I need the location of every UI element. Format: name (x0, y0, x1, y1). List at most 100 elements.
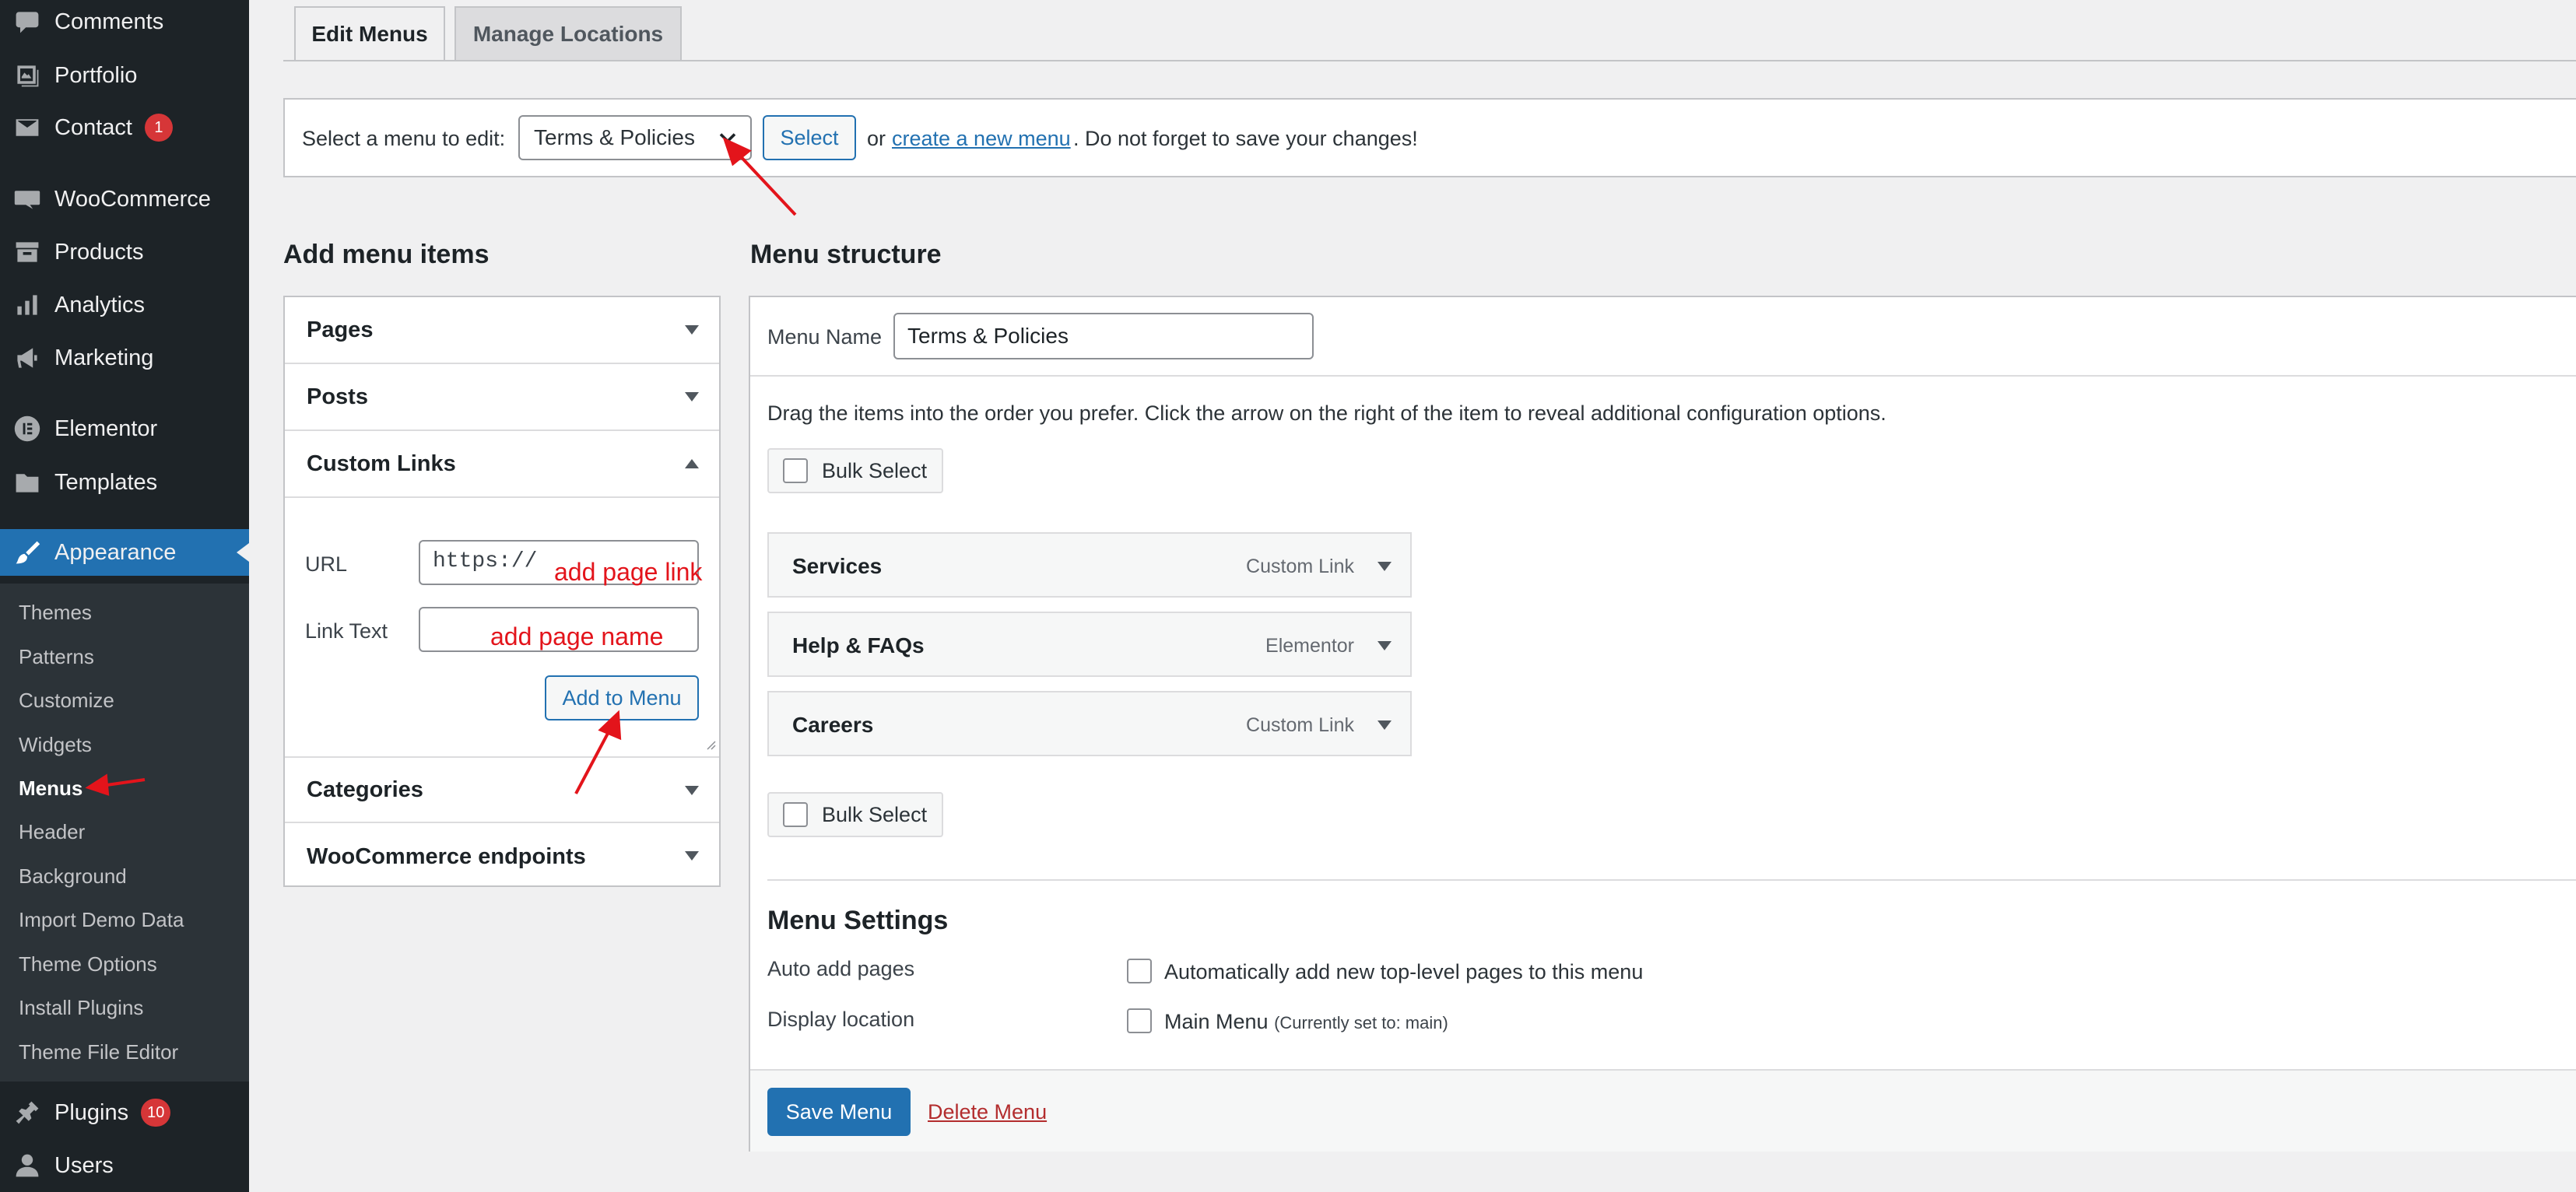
sidebar-item-plugins[interactable]: Plugins 10 (0, 1089, 249, 1136)
main-menu-location: Main Menu (Currently set to: main) (1164, 1010, 1448, 1034)
drag-instructions: Drag the items into the order you prefer… (767, 401, 1886, 425)
accordion-pages[interactable]: Pages (285, 297, 719, 364)
sidebar-item-label: Analytics (54, 292, 146, 317)
bulk-select-checkbox[interactable] (783, 458, 808, 483)
submenu-item-patterns[interactable]: Patterns (19, 645, 94, 669)
link-text-label: Link Text (305, 619, 388, 643)
auto-add-pages-label: Auto add pages (767, 957, 915, 980)
submenu-item-background[interactable]: Background (19, 864, 127, 889)
bulk-select-top[interactable]: Bulk Select (767, 448, 943, 493)
menu-item-type: Custom Link (1246, 714, 1354, 736)
sidebar-item-label: Products (54, 239, 144, 265)
admin-sidebar: Comments Portfolio Contact 1 WooCommerce… (0, 0, 249, 1192)
menu-item-type: Custom Link (1246, 556, 1354, 577)
or-text: or (867, 127, 886, 150)
sidebar-item-appearance[interactable]: Appearance (0, 529, 249, 576)
accordion-label: Pages (307, 317, 374, 342)
accordion-label: WooCommerce endpoints (307, 843, 586, 869)
sidebar-item-products[interactable]: Products (0, 229, 249, 275)
divider (750, 375, 2576, 377)
menu-item-careers[interactable]: Careers Custom Link (767, 691, 1412, 756)
sidebar-item-marketing[interactable]: Marketing (0, 335, 249, 381)
caret-up-icon (685, 459, 699, 468)
menu-structure-panel: Menu Name Terms & Policies Drag the item… (749, 296, 2576, 1152)
delete-menu-link[interactable]: Delete Menu (928, 1100, 1047, 1124)
selected-menu-value: Terms & Policies (534, 125, 695, 149)
accordion-posts[interactable]: Posts (285, 364, 719, 431)
submenu-item-theme-options[interactable]: Theme Options (19, 952, 157, 976)
submenu-item-themes[interactable]: Themes (19, 601, 92, 625)
menu-item-title: Services (792, 554, 883, 578)
add-to-menu-button[interactable]: Add to Menu (545, 675, 699, 720)
appearance-submenu: Themes Patterns Customize Widgets Menus … (0, 584, 249, 1082)
caret-down-icon[interactable] (1377, 720, 1392, 730)
sidebar-item-analytics[interactable]: Analytics (0, 282, 249, 328)
caret-down-icon[interactable] (1377, 641, 1392, 650)
menu-select-bar: Select a menu to edit: Terms & Policies … (283, 98, 2576, 177)
sidebar-item-label: Templates (54, 469, 158, 495)
sidebar-item-label: Appearance (54, 539, 177, 565)
accordion-label: Categories (307, 777, 423, 802)
save-menu-button[interactable]: Save Menu (767, 1088, 911, 1136)
main-menu-checkbox[interactable] (1127, 1008, 1152, 1033)
sidebar-item-contact[interactable]: Contact 1 (0, 104, 249, 151)
sidebar-item-users[interactable]: Users (0, 1142, 249, 1189)
select-button[interactable]: Select (763, 115, 856, 160)
submenu-item-menus[interactable]: Menus (19, 777, 82, 801)
sidebar-item-templates[interactable]: Templates (0, 459, 249, 506)
tab-divider (283, 60, 2576, 61)
create-new-menu-link[interactable]: create a new menu (892, 127, 1071, 151)
plugins-update-badge: 10 (141, 1099, 171, 1127)
sidebar-item-woocommerce[interactable]: WooCommerce (0, 176, 249, 223)
sidebar-item-elementor[interactable]: Elementor (0, 405, 249, 452)
add-items-accordion: Pages Posts Custom Links URL https:// Li… (283, 296, 721, 887)
menu-settings-title: Menu Settings (767, 906, 949, 935)
notification-badge: 1 (144, 114, 173, 142)
sidebar-item-label: Plugins (54, 1099, 129, 1125)
caret-down-icon (685, 392, 699, 401)
menu-item-services[interactable]: Services Custom Link (767, 532, 1412, 598)
accordion-woocommerce-endpoints[interactable]: WooCommerce endpoints (285, 823, 719, 890)
auto-add-pages-checkbox[interactable] (1127, 959, 1152, 983)
submenu-item-widgets[interactable]: Widgets (19, 733, 92, 757)
woocommerce-icon (0, 185, 54, 213)
submenu-item-theme-file-editor[interactable]: Theme File Editor (19, 1040, 178, 1064)
sidebar-item-label: Comments (54, 9, 164, 34)
accordion-custom-links[interactable]: Custom Links (285, 431, 719, 498)
folder-icon (0, 468, 54, 496)
submenu-item-header[interactable]: Header (19, 820, 85, 844)
tab-manage-locations[interactable]: Manage Locations (454, 6, 682, 61)
annotation-add-page-name: add page name (490, 622, 664, 650)
menu-item-title: Careers (792, 713, 874, 737)
resize-handle-icon[interactable] (704, 738, 716, 750)
sidebar-item-portfolio[interactable]: Portfolio (0, 52, 249, 99)
elementor-icon (0, 415, 54, 443)
main-menu-label: Main Menu (1164, 1010, 1269, 1033)
menu-structure-title: Menu structure (750, 240, 942, 269)
sidebar-item-comments[interactable]: Comments (0, 0, 249, 45)
bulk-select-checkbox[interactable] (783, 802, 808, 827)
user-icon (0, 1152, 54, 1180)
menu-name-label: Menu Name (767, 325, 883, 349)
bulk-select-bottom[interactable]: Bulk Select (767, 792, 943, 837)
submenu-item-install-plugins[interactable]: Install Plugins (19, 996, 143, 1020)
portfolio-icon (0, 61, 54, 89)
megaphone-icon (0, 344, 54, 372)
sidebar-item-label: WooCommerce (54, 186, 211, 212)
menu-item-help-faqs[interactable]: Help & FAQs Elementor (767, 612, 1412, 677)
sidebar-item-label: Portfolio (54, 62, 138, 88)
submenu-item-customize[interactable]: Customize (19, 689, 114, 713)
accordion-label: Posts (307, 384, 368, 409)
select-menu-label: Select a menu to edit: (302, 127, 506, 150)
caret-down-icon[interactable] (1377, 562, 1392, 571)
menu-name-input[interactable]: Terms & Policies (893, 313, 1314, 359)
caret-down-icon (685, 851, 699, 861)
menu-select-dropdown[interactable]: Terms & Policies (518, 115, 752, 160)
tab-edit-menus[interactable]: Edit Menus (294, 6, 445, 61)
accordion-categories[interactable]: Categories (285, 756, 719, 823)
save-reminder-text: . Do not forget to save your changes! (1073, 127, 1418, 150)
submenu-item-import-demo-data[interactable]: Import Demo Data (19, 908, 184, 932)
menu-footer-bar: Save Menu Delete Menu (750, 1069, 2576, 1152)
mail-icon (0, 114, 54, 142)
caret-down-icon (685, 325, 699, 335)
